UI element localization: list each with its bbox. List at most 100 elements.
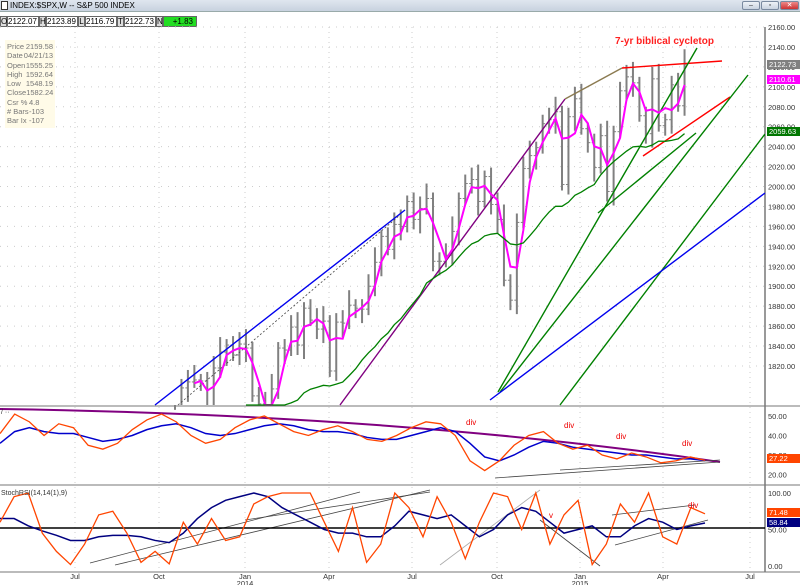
div-annotation: div: [466, 418, 476, 427]
v-annotation: v: [549, 511, 553, 520]
price-bar: [565, 107, 571, 195]
info-row: Bar Ix -107: [7, 116, 53, 125]
info-value: -103: [29, 107, 45, 117]
cycle-top-annotation: 7-yr biblical cycletop: [615, 36, 714, 47]
info-row: High 1592.64: [7, 70, 53, 79]
oscillator-trendline: [559, 459, 721, 471]
y-tick-label: 0.00: [768, 562, 783, 571]
price-bar: [230, 336, 236, 361]
price-bar: [559, 105, 565, 191]
x-tick-label: Oct: [153, 572, 166, 581]
x-tick-label: Apr: [323, 572, 335, 581]
oscillator-1-tag: 27.22: [767, 454, 800, 463]
trendline-blue-lower: [489, 192, 766, 401]
trendline-purple: [339, 98, 566, 406]
info-label: Csr %: [7, 97, 28, 107]
info-label: Bar Ix: [7, 116, 27, 126]
info-value: 1582.24: [26, 88, 54, 98]
x-tick-label: Apr: [657, 572, 669, 581]
price-bar: [333, 313, 339, 381]
oscillator-1-slow-line: [0, 423, 706, 462]
info-label: Open: [7, 60, 26, 70]
info-label: Price: [7, 42, 25, 51]
info-label: High: [7, 69, 23, 79]
info-label: Close: [7, 88, 27, 98]
info-value: 1555.25: [25, 60, 53, 70]
y-tick-label: 50.00: [768, 412, 787, 421]
y-tick-label: 1940.00: [768, 242, 795, 251]
y-tick-label: 1920.00: [768, 262, 795, 271]
last-price-tag: 2122.73: [767, 60, 800, 69]
y-tick-label: 1880.00: [768, 302, 795, 311]
stoch-label: StochRSI(14,14(1),9): [1, 490, 67, 497]
x-tick-label: Jul: [745, 572, 755, 581]
y-tick-label: 2160.00: [768, 23, 795, 32]
price-bar: [295, 312, 301, 356]
div-annotation: div: [688, 501, 698, 510]
y-tick-label: 1960.00: [768, 222, 795, 231]
trendline-dashed: [177, 214, 401, 406]
info-row: Csr % 4.8: [7, 98, 53, 107]
info-row: Close 1582.24: [7, 88, 53, 97]
info-label: # Bars: [7, 107, 29, 117]
info-row: # Bars -103: [7, 107, 53, 116]
y-tick-label: 2020.00: [768, 163, 795, 172]
x-tick-label: Oct: [491, 572, 504, 581]
ma40-line: [245, 133, 685, 406]
stoch-slow-tag: 58.84: [767, 518, 800, 527]
info-row: Open 1555.25: [7, 61, 53, 70]
div-annotation: div: [682, 439, 692, 448]
y-tick-label: 40.00: [768, 432, 787, 441]
price-bar: [353, 299, 359, 319]
trendline-red-lower: [642, 96, 731, 157]
price-bar: [649, 66, 655, 148]
price-bar: [411, 192, 417, 230]
x-tick-label: 2014: [237, 579, 254, 585]
price-chart[interactable]: 2160.002140.002120.002100.002080.002060.…: [0, 0, 800, 585]
y-tick-label: 2080.00: [768, 103, 795, 112]
cursor-info-box: Price 2159.58 Date 04/21/13 Open 1555.25 High 1…: [5, 40, 55, 128]
trendline-brown: [564, 67, 623, 100]
info-value: 2159.58: [25, 42, 53, 51]
y-tick-label: 20.00: [768, 471, 787, 480]
div-annotation: div: [564, 421, 574, 430]
price-bar: [359, 299, 365, 324]
price-bar: [249, 342, 255, 402]
price-bar: [507, 274, 513, 311]
price-bar: [682, 49, 688, 116]
price-bar: [327, 315, 333, 377]
x-tick-label: Jul: [407, 572, 417, 581]
ma10-line: [194, 81, 686, 406]
price-bar: [430, 192, 436, 272]
y-tick-label: 1980.00: [768, 202, 795, 211]
y-tick-label: 2040.00: [768, 143, 795, 152]
stoch-trendline: [244, 491, 431, 521]
info-value: -107: [29, 116, 45, 126]
info-label: Low: [7, 79, 21, 89]
y-tick-label: 1820.00: [768, 362, 795, 371]
x-tick-label: Jul: [70, 572, 80, 581]
price-bar: [656, 63, 662, 132]
info-label: Date: [7, 51, 23, 61]
info-value: 1548.19: [25, 79, 53, 89]
price-bar: [475, 164, 481, 216]
stoch-fast-tag: 71.48: [767, 508, 800, 517]
y-tick-label: 1860.00: [768, 322, 795, 331]
x-tick-label: 2015: [572, 579, 589, 585]
info-row: Date 04/21/13: [7, 51, 53, 60]
y-tick-label: 2140.00: [768, 43, 795, 52]
oscillator-1-label: / ··: [1, 409, 10, 416]
price-bar: [314, 308, 320, 340]
info-value: 04/21/13: [23, 51, 53, 61]
info-value: 4.8: [29, 97, 40, 107]
oscillator-trendline: [494, 461, 721, 479]
trendline-green-steep: [497, 47, 698, 393]
price-bar: [185, 369, 191, 402]
ma10-tag: 2110.61: [767, 75, 800, 84]
price-bar: [404, 195, 410, 233]
div-annotation: div: [616, 432, 626, 441]
trend-lines: [0, 47, 766, 567]
ma40-tag: 2059.63: [767, 127, 800, 136]
y-tick-label: 2100.00: [768, 83, 795, 92]
info-value: 1592.64: [25, 69, 53, 79]
